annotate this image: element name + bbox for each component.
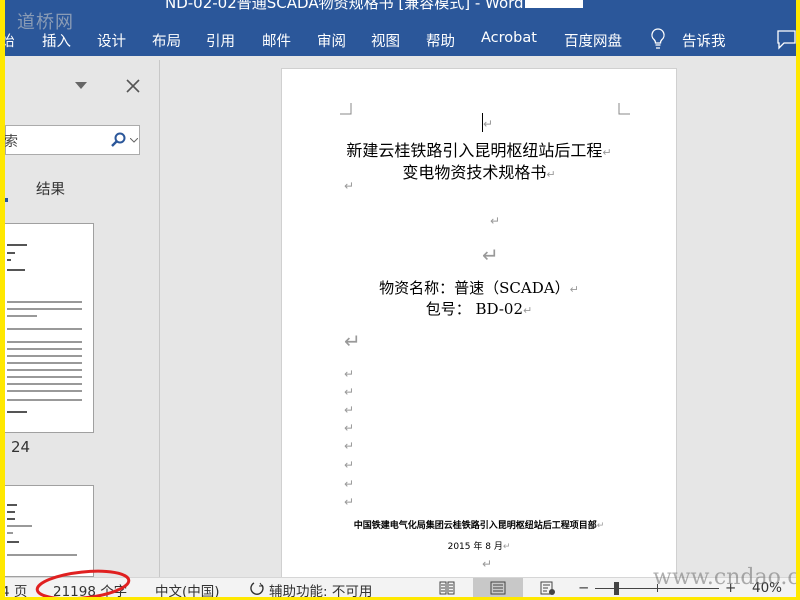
tab-baidu-netdisk[interactable]: 百度网盘 (564, 30, 622, 51)
zoom-out-button[interactable]: − (578, 580, 589, 596)
tab-help[interactable]: 帮助 (426, 30, 455, 51)
search-value: 索 (5, 134, 18, 150)
paragraph-mark: ↵ (344, 385, 355, 399)
title-bar: ND-02-02普通SCADA物资规格书 [兼容模式] - Word (5, 0, 796, 14)
paragraph-mark: ↵ (344, 403, 355, 417)
tab-indicator (5, 198, 8, 202)
dropdown-arrow-icon[interactable] (75, 82, 87, 90)
tab-mailings[interactable]: 邮件 (262, 30, 291, 51)
search-icon[interactable] (110, 132, 126, 148)
title-text: 新建云桂铁路引入昆明枢纽站后工程 (346, 141, 603, 160)
paragraph-mark: ↵ (596, 521, 605, 531)
tab-design[interactable]: 设计 (97, 30, 126, 51)
paragraph-mark: ↵ (344, 495, 355, 509)
tab-view[interactable]: 视图 (371, 30, 400, 51)
material-name: 物资名称：普速（SCADA）↵ (282, 277, 676, 298)
paragraph-mark: ↵ (482, 243, 499, 267)
material-text: 物资名称：普速（SCADA） (379, 279, 570, 297)
paragraph-mark: ↵ (490, 214, 501, 228)
tell-me-button[interactable]: 告诉我 (682, 30, 726, 51)
accessibility-status[interactable]: 辅助功能: 不可用 (269, 580, 372, 597)
zoom-slider-thumb[interactable] (613, 582, 619, 595)
chevron-down-icon[interactable] (130, 138, 138, 143)
page-thumbnail[interactable] (5, 223, 94, 433)
paragraph-mark: ↵ (344, 421, 355, 435)
ribbon-tabs: 始 插入 设计 布局 引用 邮件 审阅 视图 帮助 Acrobat 百度网盘 告… (5, 14, 796, 58)
tab-references[interactable]: 引用 (206, 30, 235, 51)
paragraph-mark: ↵ (344, 367, 355, 381)
navigation-pane: 索 结果 24 (5, 60, 160, 577)
paragraph-mark: ↵ (344, 439, 355, 453)
window-title: ND-02-02普通SCADA物资规格书 [兼容模式] - Word (165, 0, 524, 12)
page-number-label: 24 (11, 438, 31, 456)
paragraph-mark: ↵ (344, 179, 355, 193)
margin-corner-mark (340, 103, 352, 115)
document-page[interactable]: ↵ 新建云桂铁路引入昆明枢纽站后工程↵ 变电物资技术规格书↵ ↵ ↵ ↵ 物资名… (281, 68, 677, 588)
language-indicator[interactable]: 中文(中国) (155, 580, 220, 597)
paragraph-mark: ↵ (482, 557, 493, 571)
paragraph-mark: ↵ (344, 458, 355, 472)
org-text: 中国铁建电气化局集团云桂铁路引入昆明枢纽站后工程项目部 (353, 521, 597, 531)
paragraph-mark: ↵ (344, 477, 355, 491)
paragraph-mark: ↵ (569, 283, 579, 296)
paragraph-mark: ↵ (483, 117, 494, 131)
package-number: 包号： BD-02↵ (282, 298, 676, 319)
watermark-logo: 道桥网 (17, 12, 74, 33)
highlight-ellipse (35, 569, 131, 597)
web-layout-icon[interactable] (540, 581, 556, 596)
paragraph-mark: ↵ (546, 168, 556, 181)
paragraph-mark: ↵ (602, 146, 612, 159)
doc-title-line1: 新建云桂铁路引入昆明枢纽站后工程↵ (282, 137, 676, 161)
doc-title-line2: 变电物资技术规格书↵ (282, 159, 676, 183)
title-field[interactable] (525, 0, 583, 8)
paragraph-mark: ↵ (523, 304, 533, 317)
lightbulb-icon (651, 28, 665, 49)
close-icon[interactable] (126, 79, 140, 93)
watermark-site: www.cndao.com (653, 565, 796, 590)
print-layout-button[interactable] (473, 578, 523, 597)
word-window: ND-02-02普通SCADA物资规格书 [兼容模式] - Word 始 插入 … (5, 0, 796, 597)
tab-acrobat[interactable]: Acrobat (481, 30, 537, 46)
print-layout-icon (490, 581, 506, 595)
tab-review[interactable]: 审阅 (317, 30, 346, 51)
tab-layout[interactable]: 布局 (152, 30, 181, 51)
search-input[interactable]: 索 (5, 125, 140, 155)
page-indicator[interactable]: 4 页 (5, 580, 27, 597)
read-mode-icon[interactable] (439, 581, 455, 595)
tab-home[interactable]: 始 (5, 30, 15, 51)
margin-corner-mark (618, 103, 630, 115)
page-thumbnail[interactable] (5, 485, 94, 577)
package-text: 包号： BD-02 (425, 300, 524, 318)
accessibility-icon (250, 582, 264, 595)
doc-date: 2015 年 8 月↵ (282, 539, 676, 552)
paragraph-mark: ↵ (344, 329, 361, 353)
organization: 中国铁建电气化局集团云桂铁路引入昆明枢纽站后工程项目部↵ (282, 518, 676, 531)
tab-results[interactable]: 结果 (36, 178, 65, 199)
title-text: 变电物资技术规格书 (402, 163, 547, 182)
paragraph-mark: ↵ (502, 542, 511, 552)
date-text: 2015 年 8 月 (447, 542, 503, 552)
comment-icon[interactable] (777, 30, 796, 50)
